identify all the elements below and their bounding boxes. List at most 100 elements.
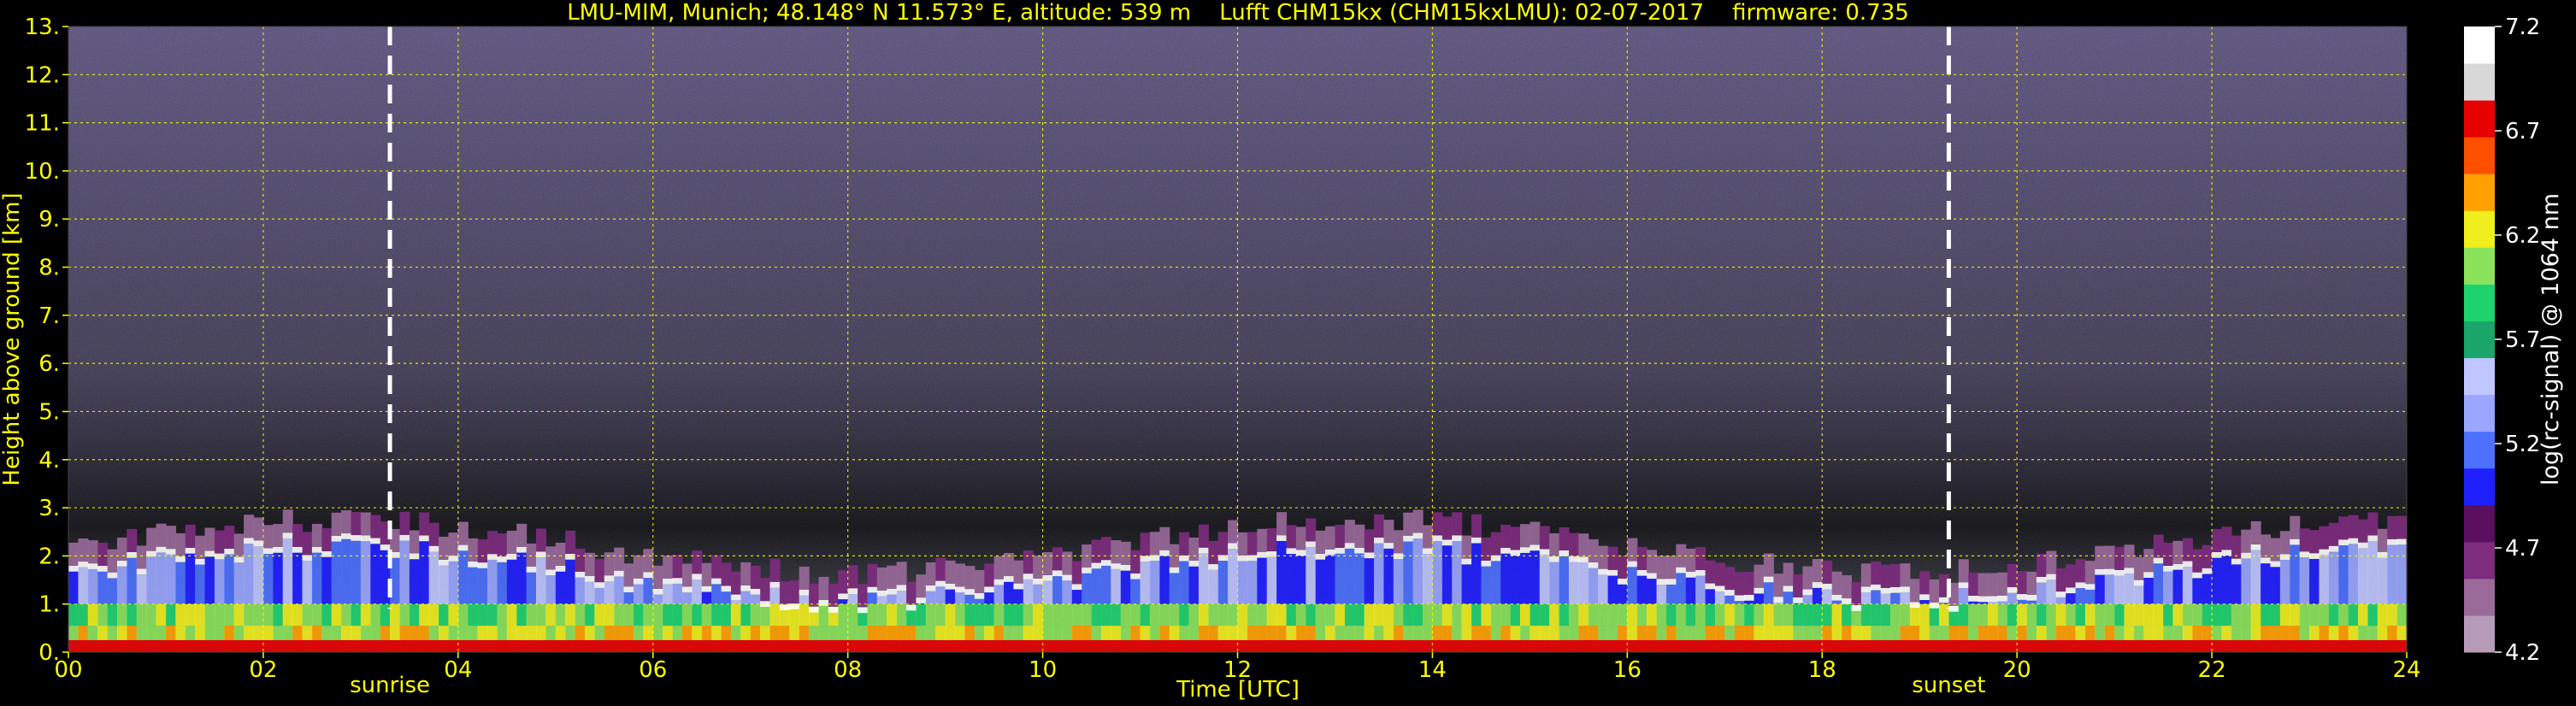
signal-cell bbox=[68, 639, 79, 652]
signal-cell bbox=[1500, 547, 1512, 554]
chart-title: LMU-MIM, Munich; 48.148° N 11.573° E, al… bbox=[567, 0, 1909, 26]
signal-cell bbox=[1685, 571, 1696, 578]
signal-cell bbox=[1714, 585, 1725, 592]
signal-cell bbox=[555, 639, 566, 652]
signal-cell bbox=[302, 626, 313, 640]
signal-cell bbox=[1432, 626, 1443, 640]
signal-cell bbox=[1831, 600, 1842, 604]
signal-cell bbox=[604, 575, 615, 582]
signal-cell bbox=[1510, 527, 1521, 550]
signal-cell bbox=[1481, 566, 1492, 604]
signal-cell bbox=[68, 626, 79, 640]
signal-cell bbox=[1987, 596, 1998, 603]
signal-cell bbox=[633, 603, 644, 627]
signal-cell bbox=[536, 557, 546, 604]
signal-cell bbox=[1987, 573, 1998, 597]
signal-cell bbox=[370, 626, 381, 640]
signal-cell bbox=[730, 594, 741, 601]
signal-cell bbox=[2241, 529, 2252, 553]
signal-cell bbox=[2075, 639, 2086, 652]
signal-cell bbox=[1452, 626, 1463, 640]
signal-cell bbox=[1860, 563, 1872, 587]
signal-cell bbox=[2075, 559, 2086, 583]
colorbar-segment bbox=[2464, 431, 2495, 469]
colorbar-segment bbox=[2464, 504, 2495, 543]
signal-cell bbox=[1432, 512, 1443, 536]
signal-cell bbox=[204, 556, 215, 604]
signal-cell bbox=[1588, 568, 1599, 604]
signal-cell bbox=[575, 603, 586, 627]
signal-cell bbox=[204, 603, 215, 627]
signal-cell bbox=[1374, 543, 1385, 604]
signal-cell bbox=[1257, 551, 1268, 558]
signal-cell bbox=[594, 559, 605, 583]
signal-cell bbox=[2387, 544, 2398, 604]
signal-cell bbox=[1705, 603, 1716, 627]
signal-cell bbox=[2046, 639, 2057, 652]
signal-cell bbox=[2095, 574, 2106, 604]
colorbar bbox=[2464, 26, 2495, 653]
signal-cell bbox=[1383, 543, 1394, 549]
signal-cell bbox=[1490, 639, 1501, 652]
signal-cell bbox=[2055, 626, 2066, 640]
signal-cell bbox=[2153, 557, 2164, 564]
signal-cell bbox=[253, 517, 264, 541]
signal-cell bbox=[1364, 639, 1375, 652]
signal-cell bbox=[1042, 603, 1053, 627]
signal-cell bbox=[2036, 626, 2047, 640]
signal-cell bbox=[97, 639, 109, 652]
signal-cell bbox=[2163, 603, 2174, 627]
signal-cell bbox=[1656, 626, 1667, 640]
signal-cell bbox=[867, 563, 878, 587]
signal-cell bbox=[1607, 626, 1618, 640]
signal-cell bbox=[1306, 518, 1317, 542]
signal-cell bbox=[1783, 603, 1794, 627]
signal-cell bbox=[1763, 603, 1774, 627]
signal-cell bbox=[1695, 639, 1707, 652]
signal-cell bbox=[2250, 626, 2261, 640]
signal-cell bbox=[2066, 603, 2077, 627]
signal-cell bbox=[2026, 626, 2037, 640]
signal-cell bbox=[1617, 603, 1628, 627]
signal-cell bbox=[1568, 639, 1579, 652]
signal-cell bbox=[497, 556, 508, 562]
signal-cell bbox=[1695, 569, 1707, 576]
signal-cell bbox=[1900, 639, 1911, 652]
signal-cell bbox=[1627, 639, 1638, 652]
sunrise-label: sunrise bbox=[350, 673, 430, 698]
signal-cell bbox=[838, 639, 849, 652]
signal-cell bbox=[321, 626, 333, 640]
signal-cell bbox=[1636, 575, 1648, 604]
signal-cell bbox=[292, 552, 304, 604]
signal-cell bbox=[1403, 512, 1414, 536]
signal-cell bbox=[1617, 626, 1628, 640]
signal-cell bbox=[2055, 639, 2066, 652]
signal-cell bbox=[974, 598, 985, 604]
signal-cell bbox=[1871, 590, 1882, 604]
signal-cell bbox=[1423, 554, 1434, 604]
signal-cell bbox=[1461, 639, 1472, 652]
signal-cell bbox=[1228, 549, 1239, 604]
signal-cell bbox=[1159, 639, 1170, 652]
signal-cell bbox=[1062, 603, 1073, 627]
signal-cell bbox=[1217, 561, 1229, 604]
signal-cell bbox=[282, 639, 293, 652]
signal-cell bbox=[1685, 626, 1696, 640]
signal-cell bbox=[195, 558, 206, 565]
signal-cell bbox=[799, 566, 810, 590]
signal-cell bbox=[2046, 574, 2057, 580]
signal-cell bbox=[1549, 532, 1560, 556]
signal-cell bbox=[262, 639, 274, 652]
signal-cell bbox=[1519, 639, 1530, 652]
signal-cell bbox=[876, 603, 887, 627]
signal-cell bbox=[195, 564, 206, 604]
signal-cell bbox=[439, 559, 450, 566]
signal-cell bbox=[1549, 556, 1560, 562]
signal-cell bbox=[2172, 569, 2184, 604]
signal-cell bbox=[175, 626, 186, 640]
signal-cell bbox=[87, 568, 98, 604]
signal-cell bbox=[331, 541, 342, 604]
signal-cell bbox=[555, 626, 566, 640]
signal-cell bbox=[1393, 559, 1404, 604]
signal-cell bbox=[1607, 603, 1618, 627]
